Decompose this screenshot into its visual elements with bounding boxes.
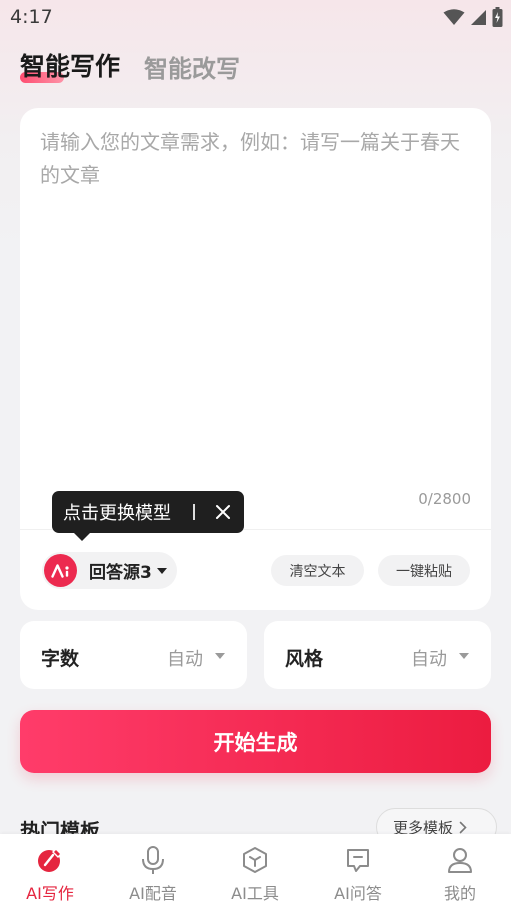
tab-smart-writing[interactable]: 智能写作 bbox=[20, 47, 120, 83]
microphone-icon bbox=[138, 845, 168, 875]
model-label: 回答源3 bbox=[89, 563, 152, 583]
nav-profile[interactable]: 我的 bbox=[410, 834, 510, 910]
user-icon bbox=[445, 845, 475, 875]
generate-button[interactable]: 开始生成 bbox=[20, 710, 491, 773]
signal-icon bbox=[471, 9, 486, 25]
nav-label: AI问答 bbox=[334, 884, 382, 903]
nav-label: AI配音 bbox=[129, 884, 177, 903]
caret-down-icon bbox=[156, 567, 167, 574]
nav-label: AI写作 bbox=[26, 884, 74, 903]
status-bar: 4:17 bbox=[0, 0, 511, 34]
cube-icon bbox=[240, 845, 270, 875]
nav-label: 我的 bbox=[443, 884, 476, 903]
model-selector[interactable]: 回答源3 bbox=[42, 552, 177, 589]
word-count-label: 字数 bbox=[41, 648, 80, 670]
nav-ai-tools[interactable]: AI工具 bbox=[205, 834, 305, 910]
nav-ai-qa[interactable]: AI问答 bbox=[308, 834, 408, 910]
caret-down-icon bbox=[459, 653, 469, 659]
nav-label: AI工具 bbox=[231, 884, 279, 903]
chevron-right-icon bbox=[459, 821, 467, 833]
word-count-value: 自动 bbox=[167, 649, 203, 670]
model-logo-icon bbox=[44, 554, 77, 587]
status-icons bbox=[443, 7, 503, 27]
close-icon[interactable] bbox=[212, 501, 234, 523]
status-time: 4:17 bbox=[10, 6, 53, 28]
bottom-nav: AI写作 AI配音 AI工具 AI问答 我的 bbox=[0, 834, 511, 910]
article-request-input[interactable] bbox=[40, 126, 470, 486]
input-card: 0/2800 回答源3 清空文本 一键粘贴 bbox=[20, 108, 491, 610]
clear-text-button[interactable]: 清空文本 bbox=[271, 555, 364, 586]
caret-down-icon bbox=[215, 653, 225, 659]
style-label: 风格 bbox=[285, 648, 324, 670]
nav-ai-voice[interactable]: AI配音 bbox=[103, 834, 203, 910]
wifi-icon bbox=[443, 8, 465, 25]
style-option[interactable]: 风格 自动 bbox=[264, 621, 491, 689]
tooltip-separator bbox=[193, 504, 195, 520]
nav-ai-writing[interactable]: AI写作 bbox=[0, 834, 100, 910]
char-count: 0/2800 bbox=[418, 490, 471, 508]
tab-smart-rewrite[interactable]: 智能改写 bbox=[144, 49, 240, 84]
model-tooltip: 点击更换模型 bbox=[52, 491, 244, 541]
chat-icon bbox=[343, 845, 373, 875]
paste-button[interactable]: 一键粘贴 bbox=[378, 555, 470, 586]
pen-icon bbox=[35, 845, 65, 875]
battery-icon bbox=[492, 7, 503, 27]
style-value: 自动 bbox=[411, 649, 447, 670]
word-count-option[interactable]: 字数 自动 bbox=[20, 621, 247, 689]
tooltip-text: 点击更换模型 bbox=[63, 503, 171, 524]
